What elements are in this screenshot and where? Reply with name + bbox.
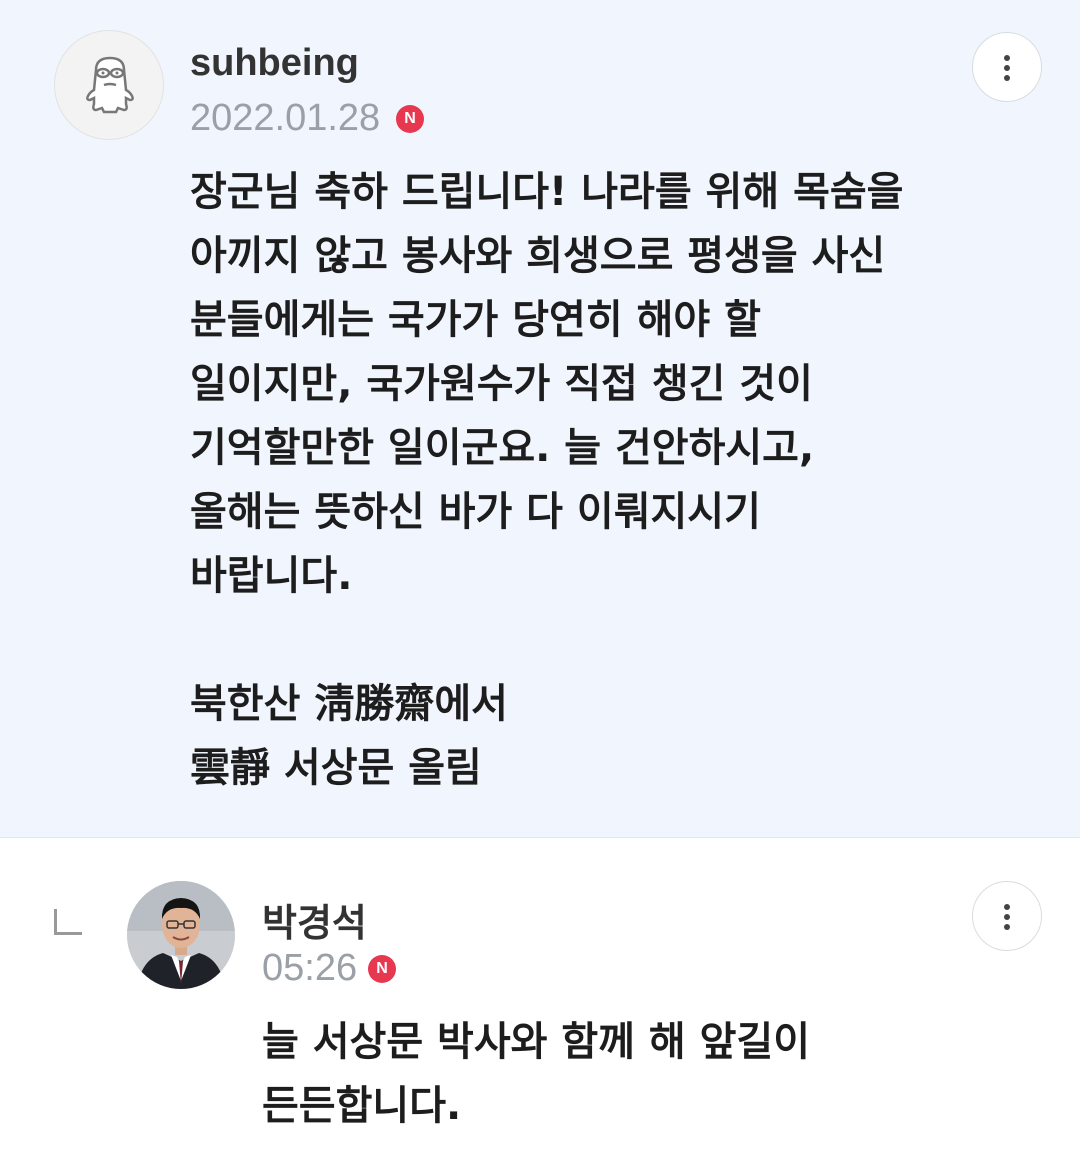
comment-author[interactable]: suhbeing xyxy=(190,42,359,85)
comment-item: suhbeing 2022.01.28 N 장군님 축하 드립니다! 나라를 위… xyxy=(0,0,1080,838)
reply-arrow-icon xyxy=(54,909,82,935)
comment-text: 늘 서상문 박사와 함께 해 앞길이 든든합니다. xyxy=(262,1019,811,1129)
more-options-button[interactable] xyxy=(972,32,1042,102)
new-badge: N xyxy=(368,955,396,983)
avatar[interactable] xyxy=(127,881,235,989)
comment-text: 장군님 축하 드립니다! 나라를 위해 목숨을 아끼지 않고 봉사와 희생으로 … xyxy=(190,169,904,791)
more-options-button[interactable] xyxy=(972,881,1042,951)
profile-photo xyxy=(127,881,235,989)
comment-time: 05:26 xyxy=(262,947,358,989)
comment-author[interactable]: 박경석 xyxy=(262,892,367,947)
comment-date: 2022.01.28 xyxy=(190,97,381,139)
avatar[interactable] xyxy=(54,30,164,140)
character-face-icon xyxy=(86,56,134,114)
new-badge: N xyxy=(396,105,424,133)
